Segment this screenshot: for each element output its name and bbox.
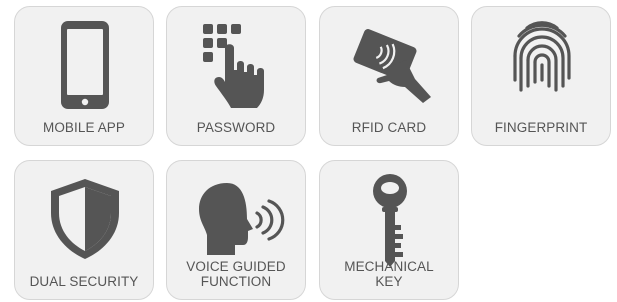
- shield-icon: [15, 169, 155, 269]
- feature-tile-dual-security: DUAL SECURITY: [14, 160, 154, 300]
- feature-label: MECHANICAL KEY: [344, 259, 434, 289]
- feature-label: PASSWORD: [196, 120, 276, 135]
- feature-label: MOBILE APP: [42, 120, 126, 135]
- feature-label: VOICE GUIDED FUNCTION: [186, 259, 286, 289]
- smartphone-icon: [15, 15, 155, 115]
- feature-tile-fingerprint: FINGERPRINT: [471, 6, 611, 146]
- feature-tile-voice-guided: VOICE GUIDED FUNCTION: [166, 160, 306, 300]
- feature-label: DUAL SECURITY: [29, 274, 139, 289]
- feature-label: RFID CARD: [351, 120, 427, 135]
- key-icon: [320, 169, 460, 269]
- keypad-touch-icon: [167, 15, 307, 115]
- feature-tile-password: PASSWORD: [166, 6, 306, 146]
- feature-tile-mobile-app: MOBILE APP: [14, 6, 154, 146]
- rfid-card-hand-icon: [320, 15, 460, 115]
- feature-tile-rfid-card: RFID CARD: [319, 6, 459, 146]
- feature-label: FINGERPRINT: [494, 120, 588, 135]
- feature-tile-mechanical-key: MECHANICAL KEY: [319, 160, 459, 300]
- voice-head-icon: [167, 169, 307, 269]
- fingerprint-icon: [472, 15, 612, 115]
